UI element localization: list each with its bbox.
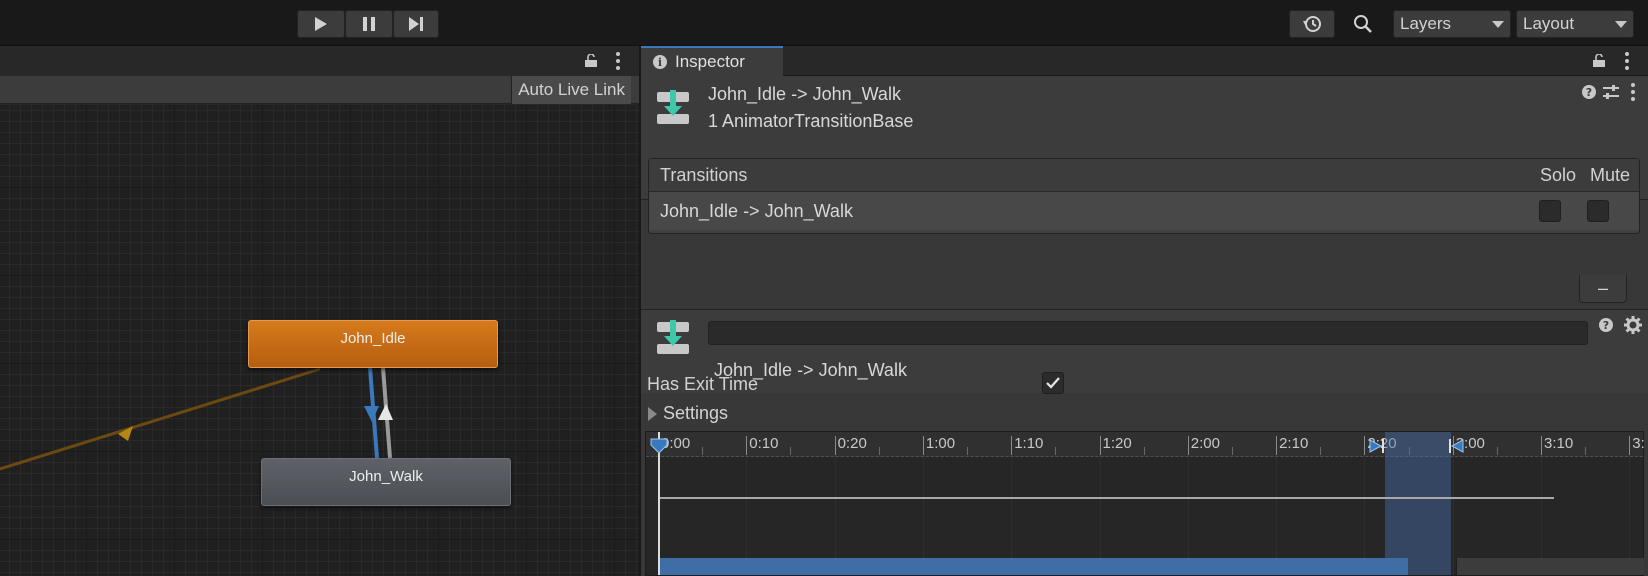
- transition-start-marker-icon[interactable]: [1369, 438, 1385, 454]
- transition-overlap-region[interactable]: [1385, 432, 1451, 575]
- transitions-header-label: Transitions: [660, 165, 748, 185]
- timeline-minor-tick: [1231, 447, 1233, 455]
- state-node-john-walk[interactable]: John_Walk: [261, 458, 511, 506]
- timeline-gridline: [1452, 457, 1454, 575]
- play-icon: [315, 17, 327, 31]
- help-icon[interactable]: ?: [1581, 84, 1597, 100]
- timeline-major-tick: [746, 436, 748, 455]
- search-button[interactable]: [1340, 10, 1386, 38]
- step-button[interactable]: [393, 10, 439, 38]
- transition-timeline[interactable]: 0:00 0:10 0:20 1:00 1:10 1:20 2:00 2:10 2:20 3:00…: [645, 431, 1645, 576]
- pause-icon: [363, 17, 375, 31]
- inspector-panel: i Inspector John_Idle -> John_Walk 1 Ani…: [641, 46, 1648, 576]
- timeline-major-tick: [1629, 436, 1631, 455]
- timeline-minor-tick: [967, 447, 969, 455]
- transition-row-label: John_Idle -> John_Walk: [660, 201, 853, 221]
- transitions-list-header: Transitions Solo Mute: [649, 159, 1639, 192]
- solo-column-label: Solo: [1540, 165, 1577, 185]
- inspector-subtitle: 1 AnimatorTransitionBase: [708, 111, 914, 131]
- timeline-tick-label: 1:10: [1014, 435, 1044, 452]
- checkmark-icon: [1046, 377, 1060, 389]
- bar-slope: [1346, 558, 1386, 575]
- search-icon: [1354, 15, 1372, 33]
- timeline-major-tick: [1541, 436, 1542, 455]
- history-button[interactable]: [1289, 10, 1335, 38]
- preset-icon[interactable]: [1602, 84, 1620, 100]
- timeline-minor-tick: [1496, 447, 1498, 455]
- source-state-bar[interactable]: [658, 558, 1408, 575]
- timeline-major-tick: [834, 436, 836, 455]
- playhead-marker-icon[interactable]: [650, 438, 668, 454]
- has-exit-time-checkbox[interactable]: [1042, 372, 1064, 394]
- transitions-list: Transitions Solo Mute John_Idle -> John_…: [648, 158, 1640, 234]
- timeline-tick-label: 0:10: [749, 435, 779, 452]
- info-icon: i: [653, 55, 667, 69]
- timeline-minor-tick: [878, 447, 880, 455]
- transition-arrow-up-icon: [378, 404, 393, 420]
- timeline-major-tick: [1364, 436, 1366, 455]
- state-node-label: John_Walk: [349, 468, 423, 485]
- pause-button[interactable]: [345, 10, 393, 38]
- inspector-header: John_Idle -> John_Walk 1 AnimatorTransit…: [641, 76, 1648, 234]
- settings-foldout-icon[interactable]: [648, 407, 657, 421]
- timeline-tick-label: 3:: [1632, 435, 1645, 452]
- timeline-tick-label: 2:10: [1279, 435, 1309, 452]
- inspector-title: John_Idle -> John_Walk: [708, 84, 901, 104]
- state-node-label: John_Idle: [340, 330, 406, 347]
- transition-name-input[interactable]: [708, 321, 1588, 345]
- svg-text:?: ?: [1586, 86, 1592, 99]
- main-toolbar: Layers Layout: [0, 0, 1648, 46]
- step-icon: [409, 17, 423, 31]
- transition-detail-header: John_Idle -> John_Walk ?: [641, 309, 1648, 393]
- timeline-tick-label: 0:20: [837, 435, 867, 452]
- transition-end-marker-icon[interactable]: [1448, 438, 1464, 454]
- destination-state-bar[interactable]: [1456, 558, 1644, 575]
- timeline-curve: [658, 497, 1554, 499]
- timeline-tick-label: 2:00: [1190, 435, 1220, 452]
- timeline-minor-tick: [1055, 447, 1057, 455]
- svg-text:?: ?: [1603, 319, 1609, 332]
- timeline-tick-label: 1:00: [925, 435, 956, 452]
- chevron-down-icon: [1492, 20, 1504, 28]
- animator-panel: Auto Live Link John_Idle John_Walk: [0, 46, 639, 576]
- layers-label: Layers: [1400, 14, 1452, 33]
- more-options-icon[interactable]: [1625, 52, 1629, 70]
- transition-arrow-down-icon: [364, 406, 379, 422]
- state-node-john-idle[interactable]: John_Idle: [248, 320, 498, 368]
- lock-icon[interactable]: [1592, 54, 1606, 68]
- transition-icon: [657, 90, 689, 124]
- layout-label: Layout: [1523, 14, 1575, 33]
- has-exit-time-label: Has Exit Time: [647, 374, 759, 394]
- layers-dropdown[interactable]: Layers: [1393, 10, 1511, 38]
- timeline-major-tick: [1276, 436, 1278, 455]
- history-icon: [1303, 16, 1321, 32]
- timeline-major-tick: [1011, 436, 1013, 455]
- layout-dropdown[interactable]: Layout: [1516, 10, 1634, 38]
- play-button[interactable]: [297, 10, 345, 38]
- inspector-tab-bar: i Inspector: [641, 46, 1648, 76]
- entry-transition-line[interactable]: [0, 367, 321, 471]
- solo-checkbox[interactable]: [1539, 200, 1561, 222]
- timeline-major-tick: [1099, 436, 1101, 455]
- chevron-down-icon: [1615, 20, 1627, 28]
- mute-checkbox[interactable]: [1587, 200, 1609, 222]
- timeline-minor-tick: [702, 447, 704, 455]
- timeline-major-tick: [1187, 436, 1189, 455]
- gear-icon[interactable]: [1624, 316, 1642, 334]
- help-icon[interactable]: ?: [1598, 317, 1614, 333]
- timeline-minor-tick: [1143, 447, 1145, 455]
- timeline-minor-tick: [790, 447, 792, 455]
- more-options-icon[interactable]: [1631, 83, 1635, 101]
- timeline-tick-label: 1:20: [1102, 435, 1132, 452]
- timeline-minor-tick: [1585, 447, 1587, 455]
- timeline-minor-tick: [1320, 447, 1322, 455]
- timeline-tick-label: 3:10: [1544, 435, 1574, 452]
- list-item[interactable]: John_Idle -> John_Walk: [649, 192, 1639, 230]
- tab-inspector-label: Inspector: [675, 52, 745, 71]
- timeline-major-tick: [922, 436, 924, 455]
- settings-foldout-label[interactable]: Settings: [663, 403, 728, 424]
- transition-icon: [657, 320, 689, 354]
- mute-column-label: Mute: [1590, 165, 1631, 185]
- tab-inspector[interactable]: i Inspector: [641, 46, 783, 76]
